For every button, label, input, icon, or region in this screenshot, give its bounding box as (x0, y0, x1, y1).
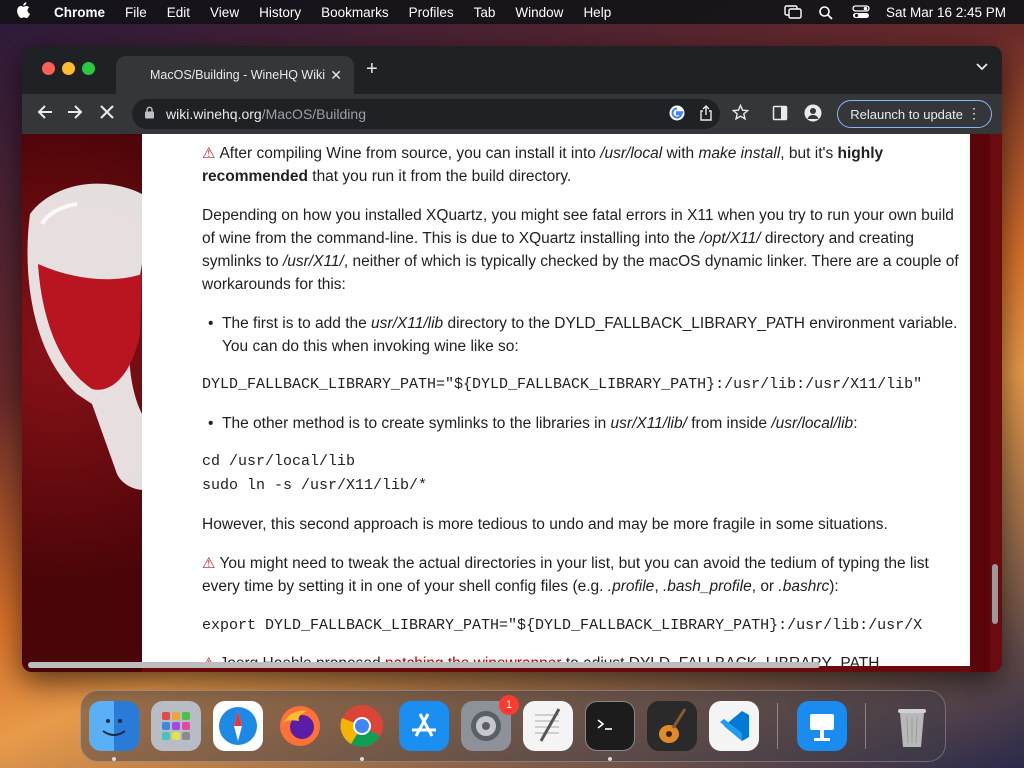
wine-glass-logo (27, 183, 142, 490)
article-body: ⚠ After compiling Wine from source, you c… (142, 134, 970, 666)
window-close-button[interactable] (42, 62, 55, 75)
chrome-icon[interactable] (337, 701, 387, 751)
spotlight-search-icon[interactable] (818, 5, 836, 20)
browser-toolbar: wiki.winehq.org/MacOS/Building Relaunch … (22, 94, 1002, 134)
stop-loading-icon[interactable] (98, 103, 116, 126)
dock-separator (777, 703, 778, 749)
system-settings-icon[interactable]: 1 (461, 695, 519, 751)
window-minimize-button[interactable] (62, 62, 75, 75)
site-info-lock-icon[interactable] (144, 106, 156, 122)
keynote-icon[interactable] (797, 701, 847, 751)
finder-icon[interactable] (89, 701, 139, 751)
chrome-window: MacOS/Building - WineHQ Wiki ✕ + wiki.wi… (22, 46, 1002, 672)
side-panel-icon[interactable] (772, 105, 788, 126)
relaunch-label: Relaunch to update (850, 106, 963, 122)
code-block-export: export DYLD_FALLBACK_LIBRARY_PATH="${DYL… (202, 617, 923, 634)
tab-search-chevron-icon[interactable] (976, 60, 988, 74)
window-zoom-button[interactable] (82, 62, 95, 75)
textedit-icon[interactable] (523, 701, 573, 751)
new-tab-icon[interactable]: + (366, 58, 378, 81)
trash-icon[interactable] (887, 701, 937, 751)
chrome-running-indicator (360, 757, 364, 761)
vscode-icon[interactable] (709, 701, 759, 751)
tab-close-icon[interactable]: ✕ (330, 67, 342, 84)
bookmark-star-icon[interactable] (731, 103, 750, 126)
google-lens-icon[interactable] (668, 104, 686, 126)
paragraph-xquartz: Depending on how you installed XQuartz, … (202, 207, 959, 293)
url-path: /MacOS/Building (261, 106, 366, 122)
tab-strip: MacOS/Building - WineHQ Wiki ✕ + (22, 46, 1002, 94)
control-center-icon[interactable] (852, 5, 870, 19)
apple-menu-icon[interactable] (16, 2, 38, 22)
list-item-symlinks: The other method is to create symlinks t… (208, 412, 962, 435)
menu-tab[interactable]: Tab (474, 5, 496, 20)
list-item-fallback-path: The first is to add the usr/X11/lib dire… (208, 312, 962, 358)
menu-file[interactable]: File (125, 5, 147, 20)
terminal-running-indicator (608, 757, 612, 761)
menu-edit[interactable]: Edit (167, 5, 190, 20)
dock-separator (865, 703, 866, 749)
chrome-menu-icon[interactable]: ⋮ (967, 105, 981, 122)
horizontal-scrollbar-thumb[interactable] (28, 662, 820, 668)
app-menu-chrome[interactable]: Chrome (54, 5, 105, 20)
profile-avatar-icon[interactable] (804, 104, 822, 127)
dock: 1 (80, 690, 946, 762)
menu-window[interactable]: Window (515, 5, 563, 20)
menubar-clock[interactable]: Sat Mar 16 2:45 PM (886, 5, 1006, 20)
firefox-icon[interactable] (275, 701, 325, 751)
app-store-icon[interactable] (399, 701, 449, 751)
menu-bookmarks[interactable]: Bookmarks (321, 5, 389, 20)
forward-arrow-icon[interactable] (66, 103, 84, 126)
address-bar[interactable]: wiki.winehq.org/MacOS/Building (132, 99, 720, 129)
launchpad-icon[interactable] (151, 701, 201, 751)
paragraph-tedious: However, this second approach is more te… (202, 516, 888, 533)
paragraph-shell-config: ⚠ You might need to tweak the actual dire… (202, 555, 929, 595)
back-arrow-icon[interactable] (36, 103, 54, 126)
relaunch-to-update-button[interactable]: Relaunch to update ⋮ (837, 100, 992, 128)
menu-history[interactable]: History (259, 5, 301, 20)
url-domain: wiki.winehq.org (166, 106, 262, 122)
code-block-cd: cd /usr/local/lib (202, 453, 356, 470)
wiki-background-left (22, 134, 142, 672)
browser-tab[interactable]: MacOS/Building - WineHQ Wiki ✕ (116, 56, 354, 94)
garageband-icon[interactable] (647, 701, 697, 751)
system-settings-badge: 1 (499, 695, 519, 715)
wiki-background-right (970, 134, 990, 672)
finder-running-indicator (112, 757, 116, 761)
screen-mirroring-icon[interactable] (784, 5, 802, 19)
terminal-icon[interactable] (585, 701, 635, 751)
share-icon[interactable] (698, 104, 714, 126)
code-block-dyld: DYLD_FALLBACK_LIBRARY_PATH="${DYLD_FALLB… (202, 376, 923, 393)
menu-profiles[interactable]: Profiles (409, 5, 454, 20)
warning-triangle-icon: ⚠ (202, 555, 216, 572)
safari-icon[interactable] (213, 701, 263, 751)
tab-title: MacOS/Building - WineHQ Wiki (150, 68, 326, 82)
vertical-scrollbar-thumb[interactable] (992, 564, 998, 624)
menu-help[interactable]: Help (583, 5, 611, 20)
paragraph-install-warning: ⚠ After compiling Wine from source, you c… (202, 145, 884, 185)
page-viewport[interactable]: ⚠ After compiling Wine from source, you c… (22, 134, 1002, 672)
warning-triangle-icon: ⚠ (202, 145, 216, 162)
menu-bar: Chrome File Edit View History Bookmarks … (0, 0, 1024, 24)
code-block-ln: sudo ln -s /usr/X11/lib/* (202, 477, 428, 494)
menu-view[interactable]: View (210, 5, 239, 20)
